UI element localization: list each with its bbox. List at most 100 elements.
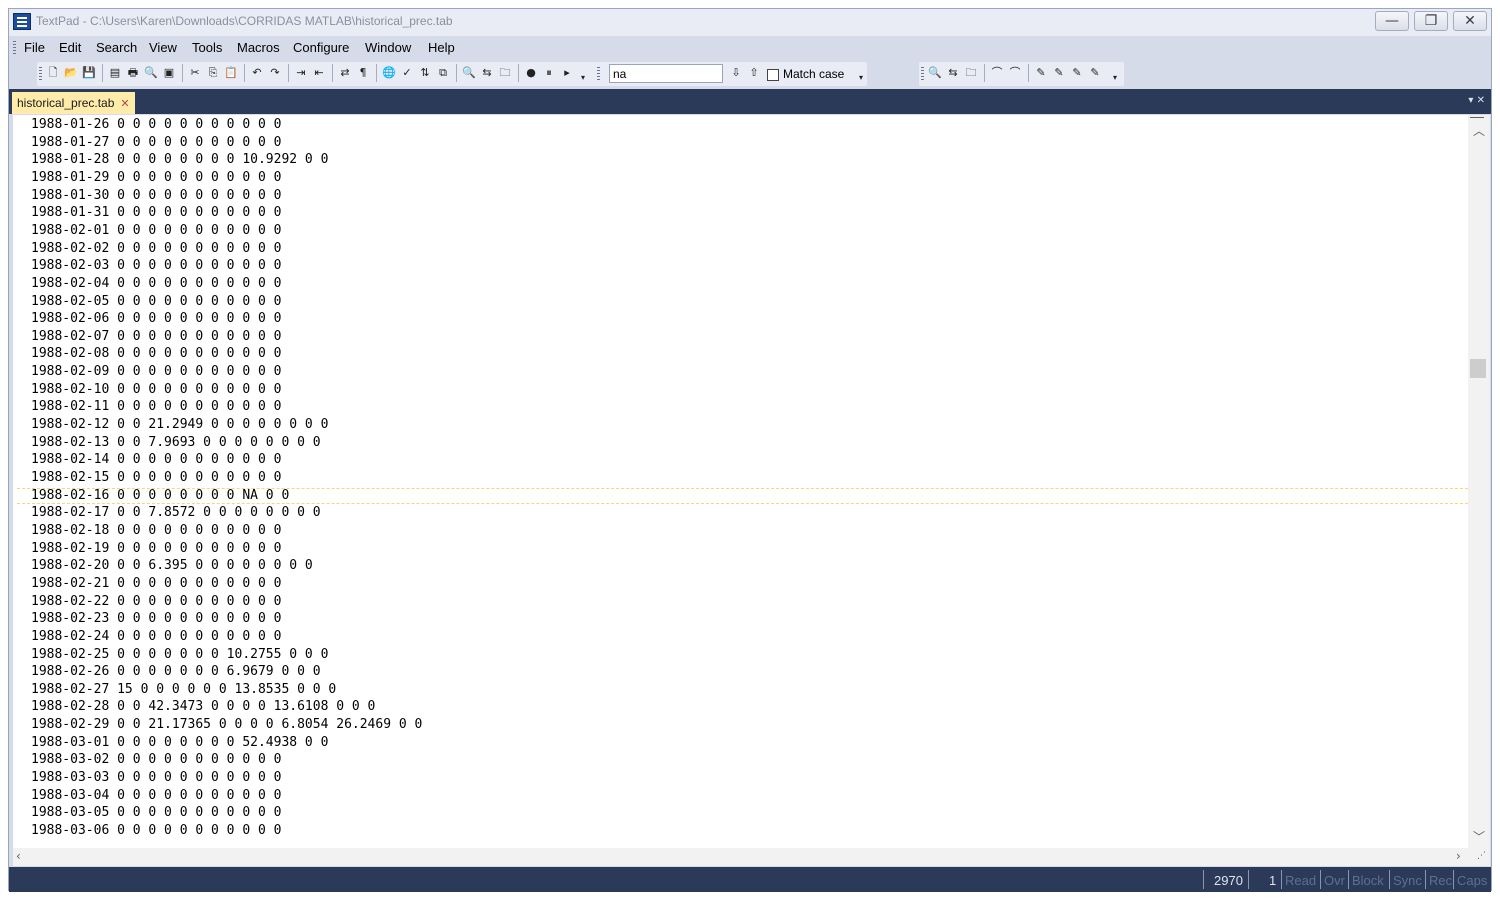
text-line[interactable]: 1988-02-09 0 0 0 0 0 0 0 0 0 0 0 [31, 363, 281, 381]
replace-in-files-icon[interactable]: ⇆ [946, 66, 960, 79]
play-macro-icon[interactable]: ▸ [560, 66, 574, 79]
status-sync-indicator[interactable]: Sync [1393, 873, 1422, 888]
status-caps-indicator[interactable]: Caps [1457, 873, 1487, 888]
text-line[interactable]: 1988-02-15 0 0 0 0 0 0 0 0 0 0 0 [31, 469, 281, 487]
screen-icon[interactable]: ▣ [162, 66, 176, 79]
save-all-icon[interactable]: ▤ [108, 66, 122, 79]
text-line[interactable]: 1988-03-05 0 0 0 0 0 0 0 0 0 0 0 [31, 804, 281, 822]
text-line[interactable]: 1988-02-24 0 0 0 0 0 0 0 0 0 0 0 [31, 628, 281, 646]
word-wrap-icon[interactable]: ⇄ [338, 66, 352, 79]
text-line[interactable]: 1988-02-03 0 0 0 0 0 0 0 0 0 0 0 [31, 257, 281, 275]
paragraph-icon[interactable]: ¶ [356, 66, 370, 79]
menu-tools[interactable]: Tools [192, 40, 222, 55]
title-bar[interactable]: TextPad - C:\Users\Karen\Downloads\CORRI… [9, 9, 1491, 36]
bookmark-previous-icon[interactable]: ⌒ [990, 66, 1004, 79]
search-toolbar-overflow-icon[interactable]: ▾ [854, 71, 868, 84]
text-line[interactable]: 1988-02-07 0 0 0 0 0 0 0 0 0 0 0 [31, 328, 281, 346]
text-line[interactable]: 1988-02-19 0 0 0 0 0 0 0 0 0 0 0 [31, 540, 281, 558]
find-in-files-icon[interactable]: 🗀 [498, 66, 512, 79]
bookmark-next-icon[interactable]: ⌒ [1008, 66, 1022, 79]
text-line[interactable]: 1988-01-26 0 0 0 0 0 0 0 0 0 0 0 [31, 116, 281, 134]
menu-file[interactable]: File [24, 40, 45, 55]
vertical-scroll-thumb[interactable] [1470, 359, 1486, 378]
text-line[interactable]: 1988-02-23 0 0 0 0 0 0 0 0 0 0 0 [31, 610, 281, 628]
restore-button[interactable]: ❐ [1414, 11, 1448, 31]
print-icon[interactable]: 🖶 [126, 66, 140, 79]
scroll-down-arrow-icon[interactable]: ﹀ [1473, 828, 1485, 845]
text-line[interactable]: 1988-02-12 0 0 21.2949 0 0 0 0 0 0 0 0 [31, 416, 328, 434]
menu-window[interactable]: Window [365, 40, 411, 55]
text-line[interactable]: 1988-02-25 0 0 0 0 0 0 0 10.2755 0 0 0 [31, 646, 328, 664]
text-line[interactable]: 1988-02-27 15 0 0 0 0 0 0 13.8535 0 0 0 [31, 681, 336, 699]
status-record-indicator[interactable]: Rec [1429, 873, 1452, 888]
text-line[interactable]: 1988-02-20 0 0 6.395 0 0 0 0 0 0 0 0 [31, 557, 313, 575]
text-line[interactable]: 1988-01-28 0 0 0 0 0 0 0 0 10.9292 0 0 [31, 151, 328, 169]
text-line[interactable]: 1988-02-04 0 0 0 0 0 0 0 0 0 0 0 [31, 275, 281, 293]
status-block-indicator[interactable]: Block [1352, 873, 1384, 888]
close-button[interactable]: ✕ [1453, 11, 1487, 31]
outdent-icon[interactable]: ⇤ [312, 66, 326, 79]
menu-macros[interactable]: Macros [237, 40, 280, 55]
editor-text-area[interactable]: 1988-01-26 0 0 0 0 0 0 0 0 0 0 0 1988-01-… [13, 115, 1468, 848]
search-results-icon[interactable]: 🗀 [964, 66, 978, 79]
open-folder-icon[interactable]: 📂 [64, 66, 78, 79]
toggle-bookmark-icon[interactable]: ✎ [1034, 66, 1048, 79]
text-line[interactable]: 1988-02-16 0 0 0 0 0 0 0 0 NA 0 0 [31, 487, 289, 505]
find-icon[interactable]: 🔍 [462, 66, 476, 79]
menu-help[interactable]: Help [428, 40, 455, 55]
tab-historical-prec[interactable]: historical_prec.tab ✕ [12, 92, 135, 114]
text-line[interactable]: 1988-02-21 0 0 0 0 0 0 0 0 0 0 0 [31, 575, 281, 593]
pause-macro-icon[interactable]: ⏸ [542, 66, 556, 79]
paste-icon[interactable]: 📋 [224, 66, 238, 79]
textpad-app-icon[interactable] [13, 13, 31, 30]
match-case-checkbox[interactable] [767, 69, 779, 81]
text-line[interactable]: 1988-03-03 0 0 0 0 0 0 0 0 0 0 0 [31, 769, 281, 787]
text-line[interactable]: 1988-03-01 0 0 0 0 0 0 0 0 52.4938 0 0 [31, 734, 328, 752]
previous-bookmark-icon[interactable]: ✎ [1070, 66, 1084, 79]
menu-grip-icon[interactable] [13, 41, 16, 55]
find-previous-up-icon[interactable]: ⇧ [747, 66, 761, 79]
menu-search[interactable]: Search [96, 40, 137, 55]
horizontal-scrollbar[interactable] [13, 848, 1490, 866]
next-bookmark-icon[interactable]: ✎ [1052, 66, 1066, 79]
cut-icon[interactable]: ✂ [188, 66, 202, 79]
text-line[interactable]: 1988-01-29 0 0 0 0 0 0 0 0 0 0 0 [31, 169, 281, 187]
save-icon[interactable]: 💾 [82, 66, 96, 79]
text-line[interactable]: 1988-03-02 0 0 0 0 0 0 0 0 0 0 0 [31, 751, 281, 769]
scroll-up-arrow-icon[interactable]: ︿ [1473, 122, 1485, 139]
search-toolbar-grip-icon[interactable] [597, 67, 600, 81]
copy-icon[interactable]: ⎘ [206, 66, 220, 79]
find-in-files-binoculars-icon[interactable]: 🔍 [928, 66, 942, 79]
tab-close-icon[interactable]: ✕ [120, 98, 129, 110]
print-preview-icon[interactable]: 🔍 [144, 66, 158, 79]
status-overwrite-indicator[interactable]: Ovr [1324, 873, 1345, 888]
scroll-left-arrow-icon[interactable]: ‹ [16, 849, 21, 863]
toolbar-grip-icon[interactable] [39, 67, 42, 81]
tools-toolbar-grip-icon[interactable] [921, 67, 924, 81]
text-line[interactable]: 1988-02-02 0 0 0 0 0 0 0 0 0 0 0 [31, 240, 281, 258]
tab-list-controls-icon[interactable]: ▾ ✕ [1468, 95, 1485, 106]
text-line[interactable]: 1988-02-28 0 0 42.3473 0 0 0 0 13.6108 0… [31, 698, 375, 716]
sort-icon[interactable]: ⇅ [418, 66, 432, 79]
text-line[interactable]: 1988-02-01 0 0 0 0 0 0 0 0 0 0 0 [31, 222, 281, 240]
menu-configure[interactable]: Configure [293, 40, 349, 55]
redo-icon[interactable]: ↷ [268, 66, 282, 79]
menu-edit[interactable]: Edit [59, 40, 81, 55]
text-line[interactable]: 1988-02-22 0 0 0 0 0 0 0 0 0 0 0 [31, 593, 281, 611]
web-browser-icon[interactable]: 🌐 [382, 66, 396, 79]
scroll-right-arrow-icon[interactable]: › [1456, 849, 1461, 863]
new-file-icon[interactable]: 🗋 [46, 66, 60, 79]
spelling-icon[interactable]: ✓ [400, 66, 414, 79]
minimize-button[interactable]: — [1375, 11, 1409, 31]
text-line[interactable]: 1988-02-06 0 0 0 0 0 0 0 0 0 0 0 [31, 310, 281, 328]
record-macro-icon[interactable]: ● [524, 66, 538, 79]
text-line[interactable]: 1988-01-27 0 0 0 0 0 0 0 0 0 0 0 [31, 134, 281, 152]
text-line[interactable]: 1988-02-18 0 0 0 0 0 0 0 0 0 0 0 [31, 522, 281, 540]
replace-icon[interactable]: ⇆ [480, 66, 494, 79]
split-bar-icon[interactable] [1470, 117, 1484, 118]
resize-grip-icon[interactable]: ⋰ [1477, 851, 1486, 861]
text-line[interactable]: 1988-02-13 0 0 7.9693 0 0 0 0 0 0 0 0 [31, 434, 321, 452]
vertical-scrollbar[interactable] [1468, 115, 1490, 848]
text-line[interactable]: 1988-02-17 0 0 7.8572 0 0 0 0 0 0 0 0 [31, 504, 321, 522]
compare-icon[interactable]: ⧉ [436, 66, 450, 79]
